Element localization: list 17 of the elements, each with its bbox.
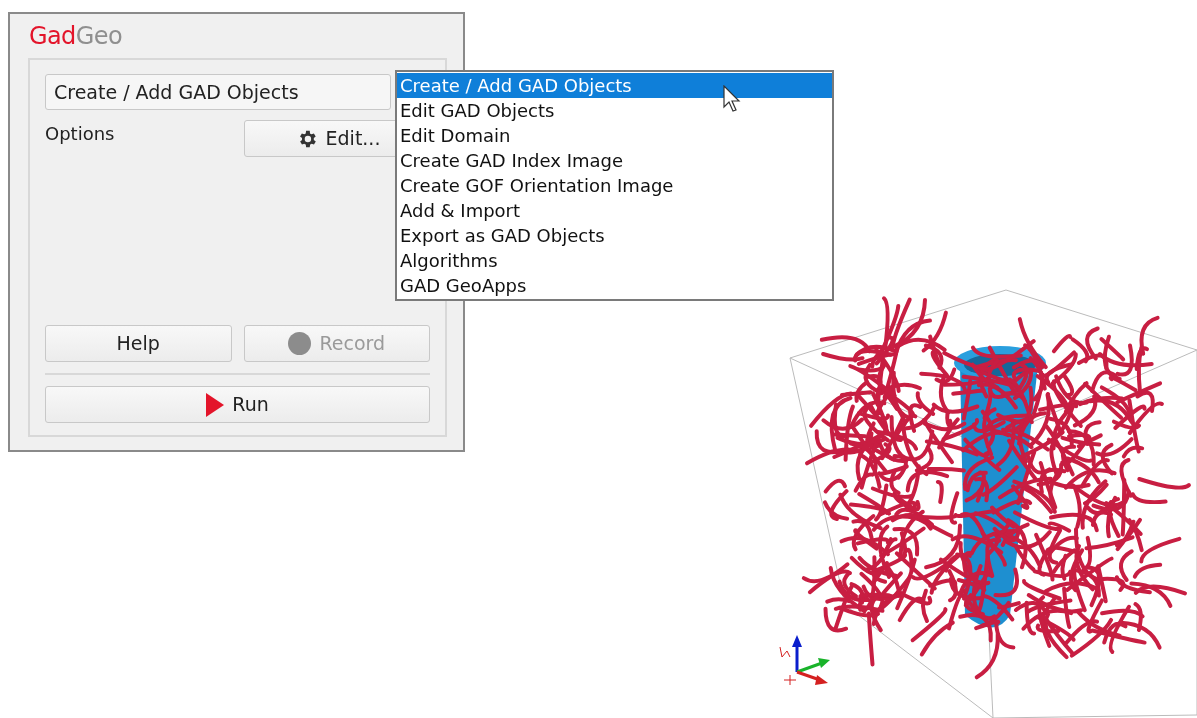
- record-icon: [288, 332, 312, 355]
- dropdown-option[interactable]: Export as GAD Objects: [397, 223, 832, 248]
- dropdown-option[interactable]: Add & Import: [397, 198, 832, 223]
- dropdown-option[interactable]: Edit GAD Objects: [397, 98, 832, 123]
- dropdown-option[interactable]: Create / Add GAD Objects: [397, 73, 832, 98]
- run-button[interactable]: Run: [45, 386, 430, 423]
- dropdown-option[interactable]: Algorithms: [397, 248, 832, 273]
- axis-triad-icon: [779, 635, 830, 686]
- play-icon: [206, 392, 225, 417]
- options-label: Options: [45, 122, 115, 146]
- logo-text: Geo: [75, 21, 122, 52]
- mouse-cursor-icon: [723, 85, 741, 113]
- dropdown-option[interactable]: GAD GeoApps: [397, 273, 832, 298]
- help-button[interactable]: Help: [45, 325, 232, 362]
- mode-dropdown[interactable]: Create / Add GAD Objects: [45, 74, 391, 110]
- dropdown-option[interactable]: Create GOF Orientation Image: [397, 173, 832, 198]
- logo-text: Gad: [29, 21, 76, 52]
